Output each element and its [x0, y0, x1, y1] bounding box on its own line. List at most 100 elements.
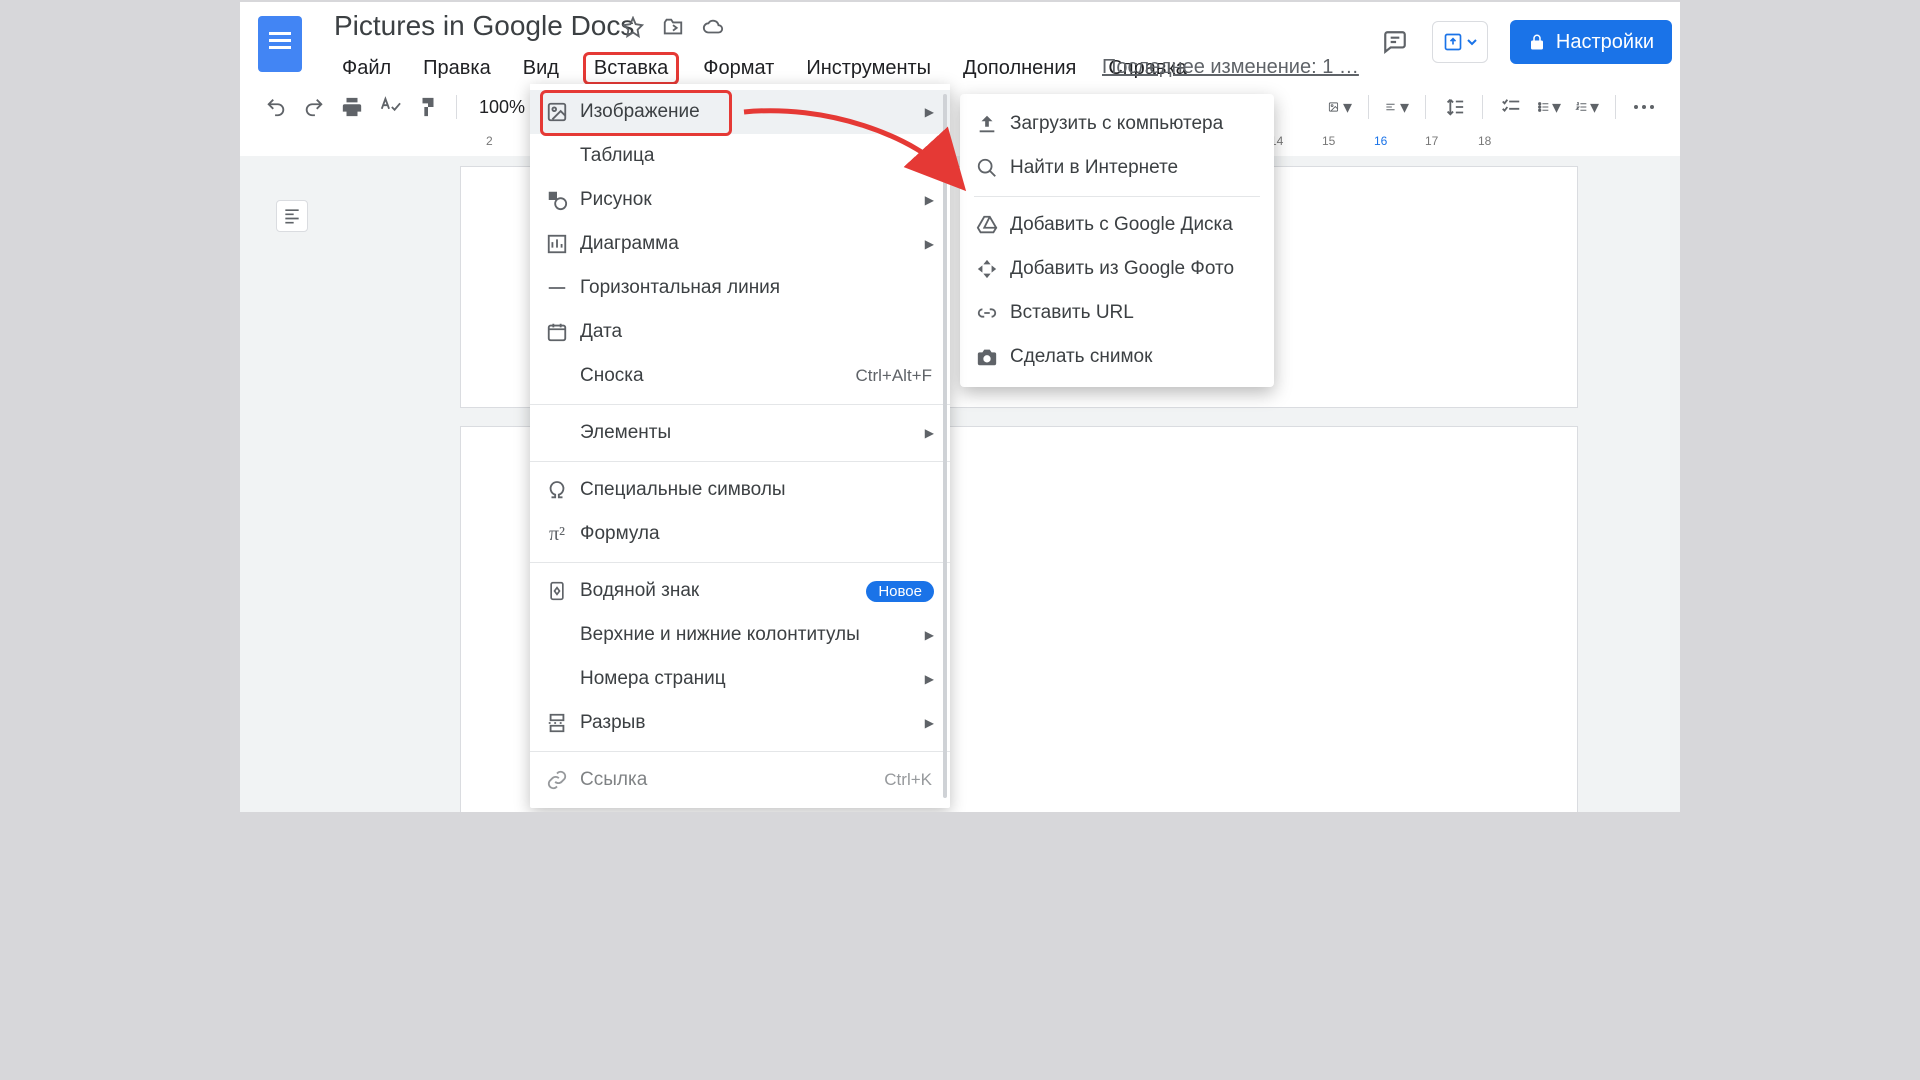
menu-item-label: Таблица — [580, 145, 655, 167]
menu-item-drawing[interactable]: Рисунок▶ — [530, 178, 950, 222]
menu-item-equation[interactable]: π² Формула — [530, 512, 950, 556]
ruler-tick: 17 — [1425, 134, 1438, 148]
menu-item-label: Специальные символы — [580, 479, 786, 501]
menu-item-label: Диаграмма — [580, 233, 679, 255]
align-button[interactable]: ▾ — [1385, 95, 1409, 119]
menu-item-date[interactable]: Дата — [530, 310, 950, 354]
menu-view[interactable]: Вид — [515, 55, 567, 82]
insert-menu-dropdown: Изображение▶ Таблица▶ Рисунок▶ Диаграмма… — [530, 84, 950, 808]
checklist-button[interactable] — [1499, 95, 1523, 119]
submenu-label: Добавить из Google Фото — [1010, 258, 1234, 280]
submenu-photos[interactable]: Добавить из Google Фото — [960, 247, 1274, 291]
menu-item-label: Верхние и нижние колонтитулы — [580, 624, 860, 646]
submenu-upload[interactable]: Загрузить с компьютера — [960, 102, 1274, 146]
submenu-label: Загрузить с компьютера — [1010, 113, 1223, 135]
docs-app-icon[interactable] — [258, 16, 302, 72]
chevron-right-icon: ▶ — [925, 672, 934, 686]
submenu-drive[interactable]: Добавить с Google Диска — [960, 203, 1274, 247]
menu-item-label: Разрыв — [580, 712, 645, 734]
menu-item-label: Горизонтальная линия — [580, 277, 780, 299]
present-button[interactable] — [1432, 21, 1488, 63]
last-edit-link[interactable]: Последнее изменение: 1 … — [1102, 56, 1359, 79]
menu-insert[interactable]: Вставка — [583, 52, 679, 85]
menu-item-label: Сноска — [580, 365, 644, 387]
watermark-icon — [544, 578, 570, 604]
shortcut-label: Ctrl+Alt+F — [855, 366, 932, 386]
menu-item-chart[interactable]: Диаграмма ▶ — [530, 222, 950, 266]
menu-item-watermark[interactable]: Водяной знак Новое — [530, 569, 950, 613]
move-icon[interactable] — [662, 16, 684, 38]
submenu-label: Найти в Интернете — [1010, 157, 1178, 179]
photos-icon — [974, 256, 1000, 282]
cloud-status-icon[interactable] — [702, 16, 724, 38]
menu-edit[interactable]: Правка — [415, 55, 499, 82]
paint-format-button[interactable] — [416, 95, 440, 119]
link-icon — [974, 300, 1000, 326]
chevron-right-icon: ▶ — [925, 237, 934, 251]
drive-icon — [974, 212, 1000, 238]
submenu-label: Сделать снимок — [1010, 346, 1152, 368]
menu-item-page-numbers[interactable]: Номера страниц▶ — [530, 657, 950, 701]
share-button[interactable]: Настройки — [1510, 20, 1672, 64]
open-comments-button[interactable] — [1380, 27, 1410, 57]
chevron-right-icon: ▶ — [925, 426, 934, 440]
undo-button[interactable] — [264, 95, 288, 119]
zoom-select[interactable]: 100% — [479, 97, 525, 118]
menu-item-image[interactable]: Изображение ▶ — [530, 90, 950, 134]
menu-item-special-chars[interactable]: Специальные символы — [530, 468, 950, 512]
chevron-right-icon: ▶ — [925, 716, 934, 730]
menu-item-link[interactable]: Ссылка Ctrl+K — [530, 758, 950, 802]
omega-icon — [544, 477, 570, 503]
more-button[interactable] — [1632, 95, 1656, 119]
search-icon — [974, 155, 1000, 181]
star-icon[interactable] — [622, 16, 644, 38]
image-submenu: Загрузить с компьютера Найти в Интернете… — [960, 94, 1274, 387]
menu-item-label: Ссылка — [580, 769, 647, 791]
menu-addons[interactable]: Дополнения — [955, 55, 1084, 82]
menu-item-table[interactable]: Таблица ▶ — [530, 134, 950, 178]
menu-item-label: Элементы — [580, 422, 671, 444]
line-spacing-button[interactable] — [1442, 95, 1466, 119]
redo-button[interactable] — [302, 95, 326, 119]
ruler-tick: 16 — [1374, 134, 1387, 148]
print-button[interactable] — [340, 95, 364, 119]
chart-icon — [544, 231, 570, 257]
upload-icon — [974, 111, 1000, 137]
numbered-list-button[interactable]: ▾ — [1575, 95, 1599, 119]
menu-tools[interactable]: Инструменты — [798, 55, 939, 82]
chevron-right-icon: ▶ — [925, 628, 934, 642]
menu-item-elements[interactable]: Элементы ▶ — [530, 411, 950, 455]
chevron-right-icon: ▶ — [925, 105, 934, 119]
pi-icon: π² — [544, 521, 570, 547]
menu-item-headers-footers[interactable]: Верхние и нижние колонтитулы ▶ — [530, 613, 950, 657]
submenu-search-web[interactable]: Найти в Интернете — [960, 146, 1274, 190]
drawing-icon — [544, 187, 570, 213]
chevron-right-icon: ▶ — [925, 149, 934, 163]
calendar-icon — [544, 319, 570, 345]
submenu-url[interactable]: Вставить URL — [960, 291, 1274, 335]
menu-item-break[interactable]: Разрыв ▶ — [530, 701, 950, 745]
insert-image-toolbar-button[interactable]: ▾ — [1328, 95, 1352, 119]
horizontal-line-icon — [544, 275, 570, 301]
menu-item-footnote[interactable]: Сноска Ctrl+Alt+F — [530, 354, 950, 398]
menu-item-label: Изображение — [580, 101, 700, 123]
link-icon — [544, 767, 570, 793]
spellcheck-button[interactable] — [378, 95, 402, 119]
new-badge: Новое — [866, 581, 934, 602]
bulleted-list-button[interactable]: ▾ — [1537, 95, 1561, 119]
ruler-tick: 18 — [1478, 134, 1491, 148]
menu-item-label: Рисунок — [580, 189, 652, 211]
show-outline-button[interactable] — [276, 200, 308, 232]
ruler-tick: 2 — [486, 134, 493, 148]
menu-format[interactable]: Формат — [695, 55, 782, 82]
menu-item-hr[interactable]: Горизонтальная линия — [530, 266, 950, 310]
submenu-camera[interactable]: Сделать снимок — [960, 335, 1274, 379]
share-button-label: Настройки — [1556, 31, 1654, 54]
menu-item-label: Водяной знак — [580, 580, 699, 602]
submenu-label: Добавить с Google Диска — [1010, 214, 1233, 236]
menu-item-label: Дата — [580, 321, 622, 343]
image-icon — [544, 99, 570, 125]
menu-item-label: Формула — [580, 523, 660, 545]
menu-file[interactable]: Файл — [334, 55, 399, 82]
document-title[interactable]: Pictures in Google Docs — [334, 10, 634, 42]
